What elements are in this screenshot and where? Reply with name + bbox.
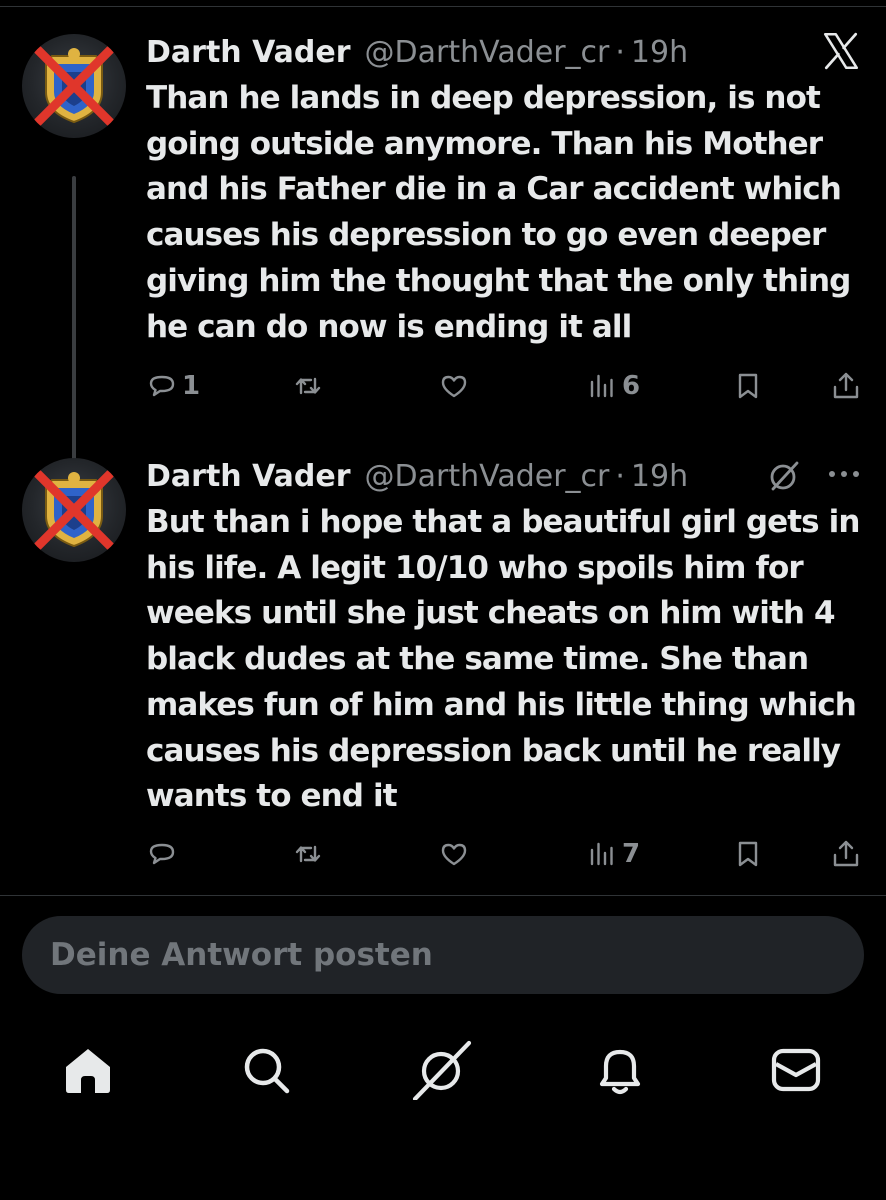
like-icon <box>441 375 467 398</box>
share-icon <box>833 840 859 867</box>
tweet-text: But than i hope that a beautiful girl ge… <box>146 504 860 815</box>
bookmark-icon <box>738 841 758 867</box>
reply-button[interactable]: 1 <box>146 364 200 408</box>
view-count: 6 <box>622 371 641 401</box>
reply-icon <box>149 843 175 865</box>
retweet-icon <box>295 377 321 395</box>
share-icon <box>833 372 859 399</box>
share-button[interactable] <box>830 832 862 876</box>
reply-button[interactable] <box>146 832 182 876</box>
tweet-actions: 7 <box>146 832 866 876</box>
views-button[interactable]: 6 <box>586 364 640 408</box>
author-name[interactable]: Darth Vader <box>146 459 351 494</box>
top-divider <box>0 6 886 7</box>
bookmark-icon <box>738 373 758 399</box>
notifications-icon <box>599 1049 641 1095</box>
like-icon <box>441 843 467 866</box>
avatar[interactable] <box>22 34 126 138</box>
views-icon <box>590 842 613 866</box>
reply-icon <box>149 375 175 397</box>
more-icon[interactable] <box>824 462 864 486</box>
timestamp[interactable]: 19h <box>631 459 688 494</box>
messages-icon <box>771 1048 821 1092</box>
bottom-tab-bar <box>0 1030 886 1120</box>
author-handle[interactable]: @DarthVader_cr <box>365 35 610 70</box>
bookmark-button[interactable] <box>732 364 764 408</box>
tab-grok[interactable] <box>412 1040 472 1102</box>
avatar-shield-icon <box>33 469 115 551</box>
retweet-button[interactable] <box>292 364 328 408</box>
avatar-shield-icon <box>33 45 115 127</box>
views-icon <box>590 374 613 398</box>
views-button[interactable]: 7 <box>586 832 640 876</box>
tweet[interactable]: Darth Vader @DarthVader_cr · 19h Than he… <box>0 28 886 474</box>
tab-notifications[interactable] <box>590 1040 650 1100</box>
like-button[interactable] <box>438 364 474 408</box>
home-icon <box>66 1049 110 1093</box>
like-button[interactable] <box>438 832 474 876</box>
separator: · <box>615 458 625 494</box>
retweet-button[interactable] <box>292 832 328 876</box>
author-handle[interactable]: @DarthVader_cr <box>365 459 610 494</box>
tweet-text: Than he lands in deep depression, is not… <box>146 80 851 345</box>
share-button[interactable] <box>830 364 862 408</box>
view-count: 7 <box>622 839 641 869</box>
tab-search[interactable] <box>236 1040 296 1100</box>
tweet[interactable]: Darth Vader @DarthVader_cr · 19h But tha… <box>0 452 886 892</box>
reply-count: 1 <box>182 371 201 401</box>
grok-icon[interactable] <box>766 458 802 494</box>
tweet-actions: 1 6 <box>146 364 866 408</box>
author-name[interactable]: Darth Vader <box>146 35 351 70</box>
retweet-icon <box>295 845 321 863</box>
avatar[interactable] <box>22 458 126 562</box>
grok-icon <box>412 1040 472 1102</box>
x-logo-icon[interactable] <box>820 30 862 72</box>
tweet-header: Darth Vader @DarthVader_cr · 19h <box>146 32 866 72</box>
reply-divider <box>0 895 886 896</box>
tab-messages[interactable] <box>766 1040 826 1100</box>
search-icon <box>244 1048 290 1094</box>
reply-input[interactable]: Deine Antwort posten <box>22 916 864 994</box>
reply-placeholder: Deine Antwort posten <box>50 937 433 973</box>
thread-connector <box>72 176 76 474</box>
bookmark-button[interactable] <box>732 832 764 876</box>
tab-home[interactable] <box>58 1040 118 1100</box>
separator: · <box>615 34 625 70</box>
timestamp[interactable]: 19h <box>631 35 688 70</box>
tweet-header: Darth Vader @DarthVader_cr · 19h <box>146 456 866 496</box>
